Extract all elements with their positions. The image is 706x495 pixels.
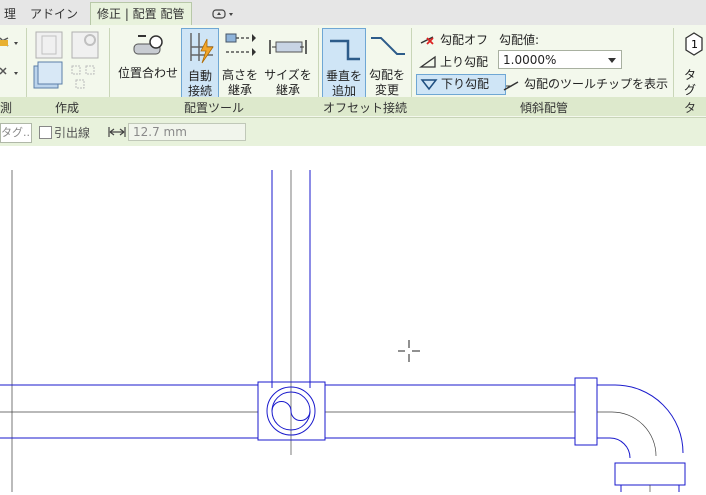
justify-icon bbox=[133, 35, 163, 55]
leader-length-input[interactable]: 12.7 mm bbox=[128, 123, 246, 141]
show-slope-tooltip-button[interactable]: 勾配のツールチップを表示 bbox=[500, 75, 668, 94]
add-vertical-icon bbox=[330, 39, 360, 61]
slope-off-icon bbox=[420, 36, 434, 45]
panel-label-offset-connections: オフセット接続 bbox=[323, 101, 408, 115]
drawing-canvas[interactable] bbox=[0, 170, 706, 492]
tag-on-placement-button[interactable]: 1 タグ 配置 bbox=[680, 28, 706, 96]
options-bar: タグ... 引出線 12.7 mm bbox=[0, 118, 706, 147]
change-slope-label-2: 変更 bbox=[374, 83, 399, 97]
auto-connect-label-1: 自動 bbox=[187, 69, 212, 83]
add-vertical-label-1: 垂直を bbox=[325, 69, 362, 83]
auto-connect-icon bbox=[190, 33, 214, 64]
show-slope-tooltip-label: 勾配のツールチップを表示 bbox=[524, 77, 669, 91]
ribbon-tab-bar: 理 アドイン 修正 | 配置 配管 bbox=[0, 0, 706, 26]
inherit-size-button[interactable]: サイズを 継承 bbox=[263, 28, 313, 97]
elbow-centerline bbox=[597, 411, 657, 457]
inherit-elevation-icon bbox=[225, 33, 256, 56]
inherit-size-label-1: サイズを bbox=[264, 68, 312, 82]
inherit-size-icon bbox=[269, 40, 307, 54]
inherit-elevation-label-1: 高さを bbox=[221, 68, 258, 82]
tab-addins[interactable]: アドイン bbox=[24, 4, 84, 24]
panel-label-measure: 測 bbox=[0, 101, 13, 115]
slope-value-select[interactable]: 1.0000% bbox=[498, 50, 622, 69]
chevron-down-icon bbox=[608, 58, 616, 63]
elbow-outer-arc bbox=[597, 384, 684, 454]
leader-checkbox[interactable] bbox=[39, 126, 52, 139]
slope-up-button[interactable]: 上り勾配 bbox=[416, 53, 506, 72]
slope-down-button[interactable]: 下り勾配 bbox=[416, 74, 506, 95]
panel-label-create: 作成 bbox=[55, 101, 80, 115]
leader-label: 引出線 bbox=[54, 126, 91, 140]
slope-up-label: 上り勾配 bbox=[440, 55, 489, 69]
add-vertical-button[interactable]: 垂直を 追加 bbox=[322, 28, 366, 98]
panel-label-placement-tools: 配置ツール bbox=[184, 101, 245, 115]
slope-down-label: 下り勾配 bbox=[441, 77, 490, 91]
slope-off-label: 勾配オフ bbox=[440, 33, 489, 47]
pipe-drawing[interactable] bbox=[0, 170, 706, 492]
tab-partial[interactable]: 理 bbox=[0, 4, 22, 24]
panel-label-sloped-piping: 傾斜配管 bbox=[520, 101, 569, 115]
tab-context-dropdown[interactable] bbox=[208, 4, 236, 24]
change-slope-label-1: 勾配を bbox=[368, 68, 405, 82]
change-slope-button[interactable]: 勾配を 変更 bbox=[366, 28, 408, 97]
slope-tooltip-icon bbox=[503, 81, 519, 91]
change-slope-icon bbox=[371, 37, 405, 55]
inherit-elevation-label-2: 継承 bbox=[227, 83, 252, 97]
view-toggle-icon bbox=[212, 9, 233, 19]
elbow-coupling bbox=[574, 377, 598, 446]
inherit-elevation-button[interactable]: 高さを 継承 bbox=[220, 28, 260, 97]
inherit-size-label-2: 継承 bbox=[275, 83, 300, 97]
slope-down-icon bbox=[420, 79, 438, 91]
create-group-icons[interactable] bbox=[30, 28, 106, 98]
elbow-bottom-coupling bbox=[614, 462, 686, 486]
tab-modify-place-pipe[interactable]: 修正 | 配置 配管 bbox=[90, 2, 192, 26]
canvas-top-margin bbox=[0, 146, 706, 170]
measure-tools-icon[interactable] bbox=[0, 30, 26, 90]
slope-off-button[interactable]: 勾配オフ bbox=[416, 31, 506, 50]
justify-button[interactable]: 位置合わせ bbox=[116, 66, 180, 81]
slope-value-label: 勾配値: bbox=[499, 33, 540, 47]
crosshair-cursor-icon bbox=[398, 340, 420, 362]
auto-connect-button[interactable]: 自動 接続 bbox=[181, 28, 219, 98]
tag-label-1: タグ bbox=[684, 68, 697, 96]
svg-text:1: 1 bbox=[691, 38, 698, 51]
length-arrows-icon bbox=[108, 127, 126, 137]
slope-value-text: 1.0000% bbox=[503, 53, 557, 67]
justify-label: 位置合わせ bbox=[117, 66, 178, 80]
elbow-inner-arc bbox=[597, 437, 631, 459]
tag-type-select[interactable]: タグ... bbox=[0, 123, 32, 143]
slope-up-icon bbox=[419, 55, 436, 68]
panel-label-tag: タグ bbox=[684, 101, 697, 132]
tag-icon: 1 bbox=[685, 32, 703, 56]
